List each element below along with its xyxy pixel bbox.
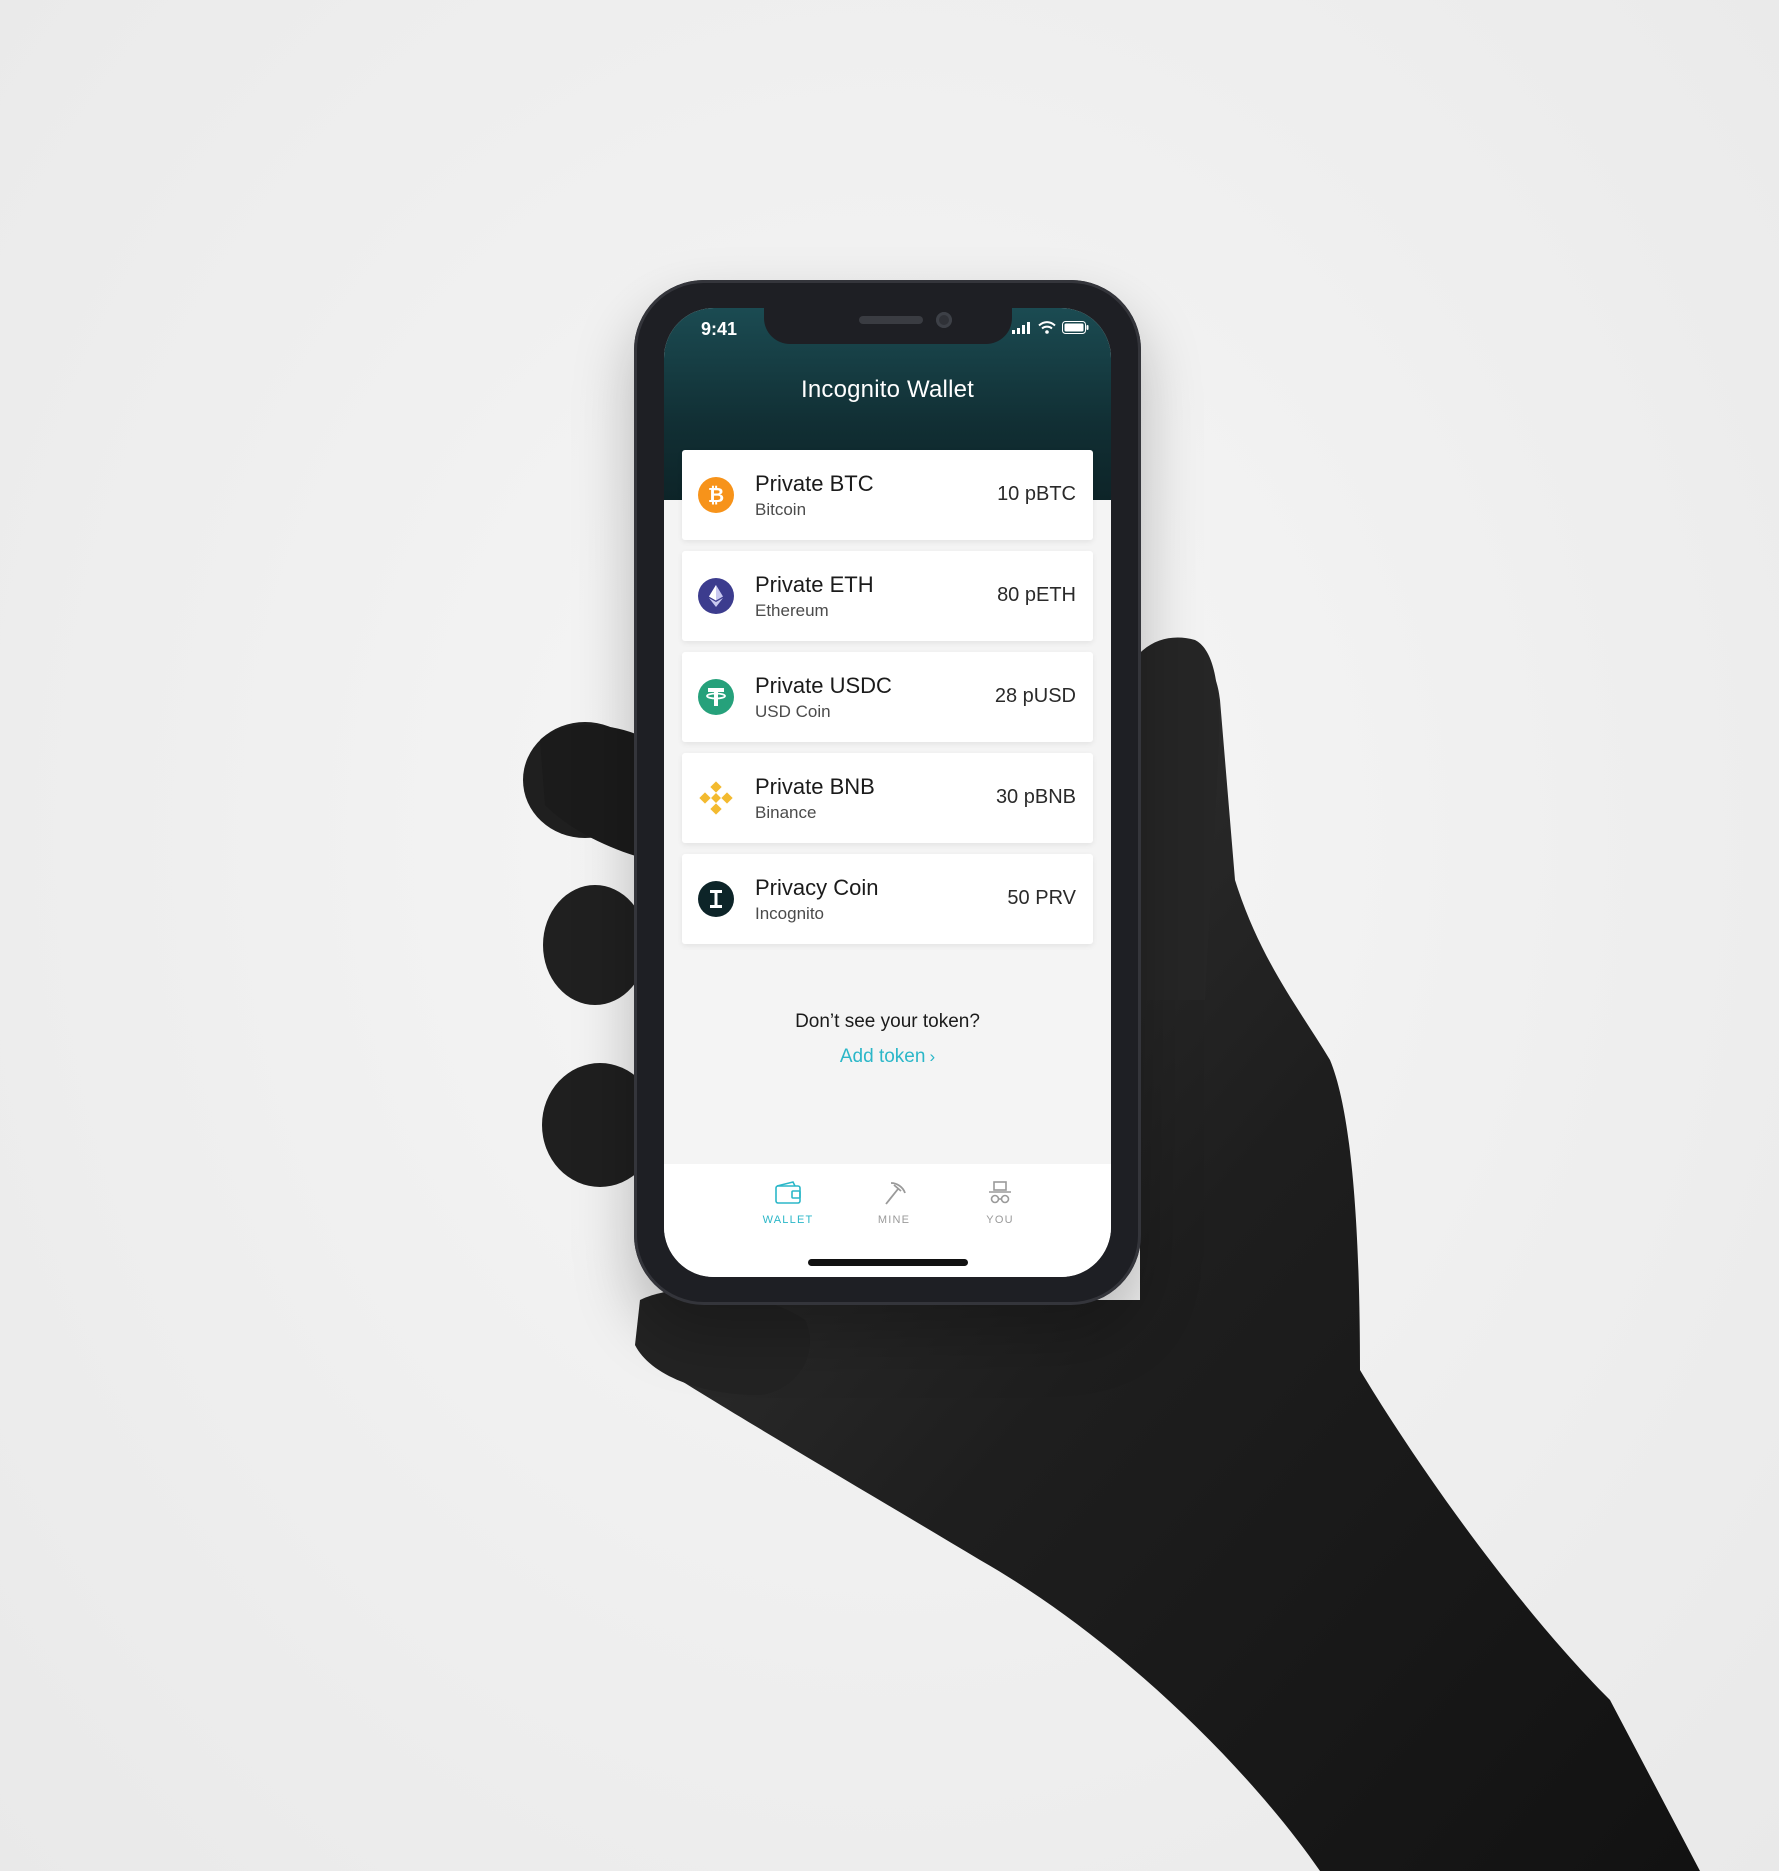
svg-text:₿: ₿	[708, 483, 724, 507]
token-row-usdc[interactable]: Private USDC USD Coin 28 pUSD	[682, 652, 1093, 742]
tab-label: WALLET	[762, 1214, 814, 1226]
token-row-btc[interactable]: ₿ Private BTC Bitcoin 10 pBTC	[682, 450, 1093, 540]
tab-mine[interactable]: MINE	[859, 1180, 929, 1226]
token-subtitle: Bitcoin	[755, 500, 807, 519]
ethereum-icon	[698, 578, 734, 614]
token-row-prv[interactable]: Privacy Coin Incognito 50 PRV	[682, 854, 1093, 944]
token-name: Privacy Coin	[755, 875, 879, 900]
token-balance: 30 pBNB	[995, 786, 1076, 808]
token-row-eth[interactable]: Private ETH Ethereum 80 pETH	[682, 551, 1093, 641]
page-title: Incognito Wallet	[800, 376, 975, 403]
tab-label: YOU	[986, 1214, 1014, 1226]
token-balance: 10 pBTC	[997, 483, 1076, 505]
chevron-right-icon: ›	[929, 1047, 936, 1066]
phone-notch	[764, 308, 1012, 344]
token-balance: 80 pETH	[997, 584, 1076, 606]
incognito-icon	[698, 881, 734, 917]
tab-wallet[interactable]: WALLET	[753, 1180, 823, 1226]
add-token-link[interactable]: Add token ›	[664, 1046, 1111, 1068]
home-indicator	[808, 1259, 968, 1266]
token-subtitle: Ethereum	[755, 601, 829, 620]
speaker-grille	[859, 316, 923, 324]
token-balance: 50 PRV	[1007, 887, 1076, 909]
token-name: Private BTC	[755, 471, 874, 496]
token-subtitle: Binance	[755, 803, 817, 822]
binance-icon	[698, 780, 734, 816]
incognito-user-icon	[989, 1181, 1011, 1204]
add-token-label: Add token	[839, 1046, 926, 1067]
add-token-prompt: Don’t see your token?	[795, 1011, 980, 1032]
token-subtitle: Incognito	[755, 904, 824, 923]
pickaxe-icon	[885, 1182, 906, 1205]
token-list: ₿ Private BTC Bitcoin 10 pBTC Private ET…	[682, 450, 1093, 955]
status-icons	[1012, 321, 1089, 334]
status-time: 9:41	[701, 319, 738, 339]
battery-icon	[1062, 321, 1089, 334]
token-row-bnb[interactable]: Private BNB Binance 30 pBNB	[682, 753, 1093, 843]
token-name: Private USDC	[755, 673, 892, 698]
tab-label: MINE	[877, 1214, 911, 1226]
wallet-icon	[775, 1181, 801, 1204]
token-subtitle: USD Coin	[755, 702, 831, 721]
front-camera	[936, 312, 952, 328]
bitcoin-icon: ₿	[698, 477, 734, 513]
tab-you[interactable]: YOU	[965, 1180, 1035, 1226]
phone-screen: 9:41 Incognito Wallet ₿ Private BTC Bitc…	[664, 308, 1111, 1277]
token-name: Private ETH	[755, 572, 874, 597]
wifi-icon	[1038, 321, 1056, 334]
phone-frame: 9:41 Incognito Wallet ₿ Private BTC Bitc…	[634, 280, 1141, 1305]
signal-icon	[1012, 321, 1030, 334]
token-name: Private BNB	[755, 774, 875, 799]
usd-coin-icon	[698, 679, 734, 715]
token-balance: 28 pUSD	[994, 685, 1076, 707]
